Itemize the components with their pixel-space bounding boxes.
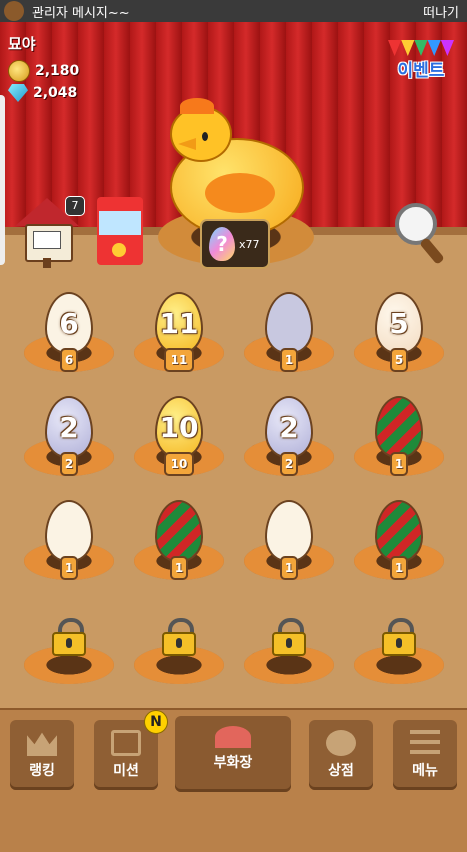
egg-slot[interactable]: 22 [244,390,334,485]
egg-slot[interactable]: 1 [354,390,444,485]
mail-count-badge: 7 [65,196,85,216]
egg-icon [265,292,313,354]
mystery-egg-count: x77 [239,237,260,251]
gacha-knob-icon [112,243,126,257]
nav-shop-button[interactable]: 상점 [309,720,373,790]
nav-ranking-label: 랭킹 [29,763,55,779]
magnifier-lens-icon [395,203,437,245]
egg-icon: 11 [155,292,203,354]
egg-slot[interactable]: 66 [24,286,114,381]
nav-incubator-button[interactable]: 부화장 [175,716,291,792]
coin-icon [8,60,30,82]
egg-level-badge: 1 [390,556,408,580]
egg-level-badge: 5 [390,348,408,372]
egg-slot[interactable]: 1 [134,494,224,589]
nav-mission-label: 미션 [113,763,139,779]
padlock-icon [382,618,416,656]
padlock-keyhole [396,638,402,648]
magnifier-button[interactable] [395,203,445,265]
hen-head-icon [170,106,232,162]
nav-shop-label: 상점 [328,763,354,779]
egg-level-badge: 1 [280,556,298,580]
bunting-flags-icon [388,40,454,56]
shop-icon [326,730,356,756]
egg-level-badge: 2 [60,452,78,476]
egg-slot[interactable]: 22 [24,390,114,485]
egg-icon: 5 [375,292,423,354]
egg-slot[interactable]: 1 [244,494,334,589]
locked-slot[interactable] [244,598,334,693]
gacha-machine-button[interactable] [97,197,143,267]
egg-icon [265,500,313,562]
mystery-egg-icon: ? [209,227,235,261]
padlock-icon [272,618,306,656]
gem-balance: 2,048 [8,84,77,102]
magnifier-handle-icon [419,237,445,265]
egg-slot[interactable]: 10 10 [134,390,224,485]
nav-menu-button[interactable]: 메뉴 [393,720,457,790]
hen-comb-icon [180,98,214,114]
egg-level-badge: 2 [280,452,298,476]
egg-level-badge: 1 [60,556,78,580]
padlock-icon [52,618,86,656]
padlock-keyhole [176,638,182,648]
locked-slot[interactable] [24,598,114,693]
hen-beak [178,138,196,150]
locked-slot[interactable] [134,598,224,693]
mission-new-badge: N [144,710,168,734]
padlock-keyhole [286,638,292,648]
player-name: 묘야 [8,35,36,53]
heat-lamp-icon [215,726,251,748]
egg-icon [375,500,423,562]
egg-icon: 10 [155,396,203,458]
egg-icon [375,396,423,458]
hamburger-menu-icon [410,730,440,756]
diamond-icon [8,84,28,102]
egg-level-badge: 1 [280,348,298,372]
egg-level-badge: 6 [60,348,78,372]
egg-level-badge: 11 [164,348,194,372]
egg-icon: 2 [265,396,313,458]
hen-wing-icon [205,173,275,213]
gacha-top [97,197,143,209]
mailbox-post [43,258,51,268]
admin-message: 관리자 메시지~~ [32,5,130,21]
mystery-egg-counter[interactable]: ? x77 [200,219,270,269]
egg-slot[interactable]: 1 [24,494,114,589]
gacha-glass-icon [97,209,143,237]
side-drawer-handle[interactable] [0,95,5,265]
nav-ranking-button[interactable]: 랭킹 [10,720,74,790]
bottom-navigation: 랭킹 미션 부화장 상점 메뉴 [0,708,467,852]
admin-avatar-icon [4,1,24,21]
padlock-keyhole [66,638,72,648]
gacha-base [97,237,143,265]
egg-slot[interactable]: 55 [354,286,444,381]
checkbox-icon [111,730,141,756]
egg-slot[interactable]: 1 [354,494,444,589]
egg-icon: 6 [45,292,93,354]
nav-menu-label: 메뉴 [412,763,438,779]
locked-slot[interactable] [354,598,444,693]
coin-amount: 2,180 [35,63,80,79]
nav-incubator-label: 부화장 [213,755,253,771]
gem-amount: 2,048 [33,85,78,101]
hen-eye [202,132,208,141]
egg-icon [45,500,93,562]
leave-button[interactable]: 떠나기 [423,2,459,21]
egg-level-badge: 10 [164,452,194,476]
egg-slot[interactable]: 11 11 [134,286,224,381]
padlock-icon [162,618,196,656]
coin-balance: 2,180 [8,60,79,82]
egg-level-badge: 1 [170,556,188,580]
crown-icon [27,732,57,756]
event-button[interactable]: 이벤트 [388,40,454,100]
egg-grid: 6 6 11 11 1 5 5 2 2 10 10 2 2 1 1 1 1 1 [0,280,467,690]
egg-icon [155,500,203,562]
envelope-icon [33,231,61,249]
egg-icon: 2 [45,396,93,458]
top-message-bar: 관리자 메시지~~ 떠나기 [0,0,467,22]
egg-slot[interactable]: 1 [244,286,334,381]
event-label: 이벤트 [397,61,445,81]
egg-level-badge: 1 [390,452,408,476]
